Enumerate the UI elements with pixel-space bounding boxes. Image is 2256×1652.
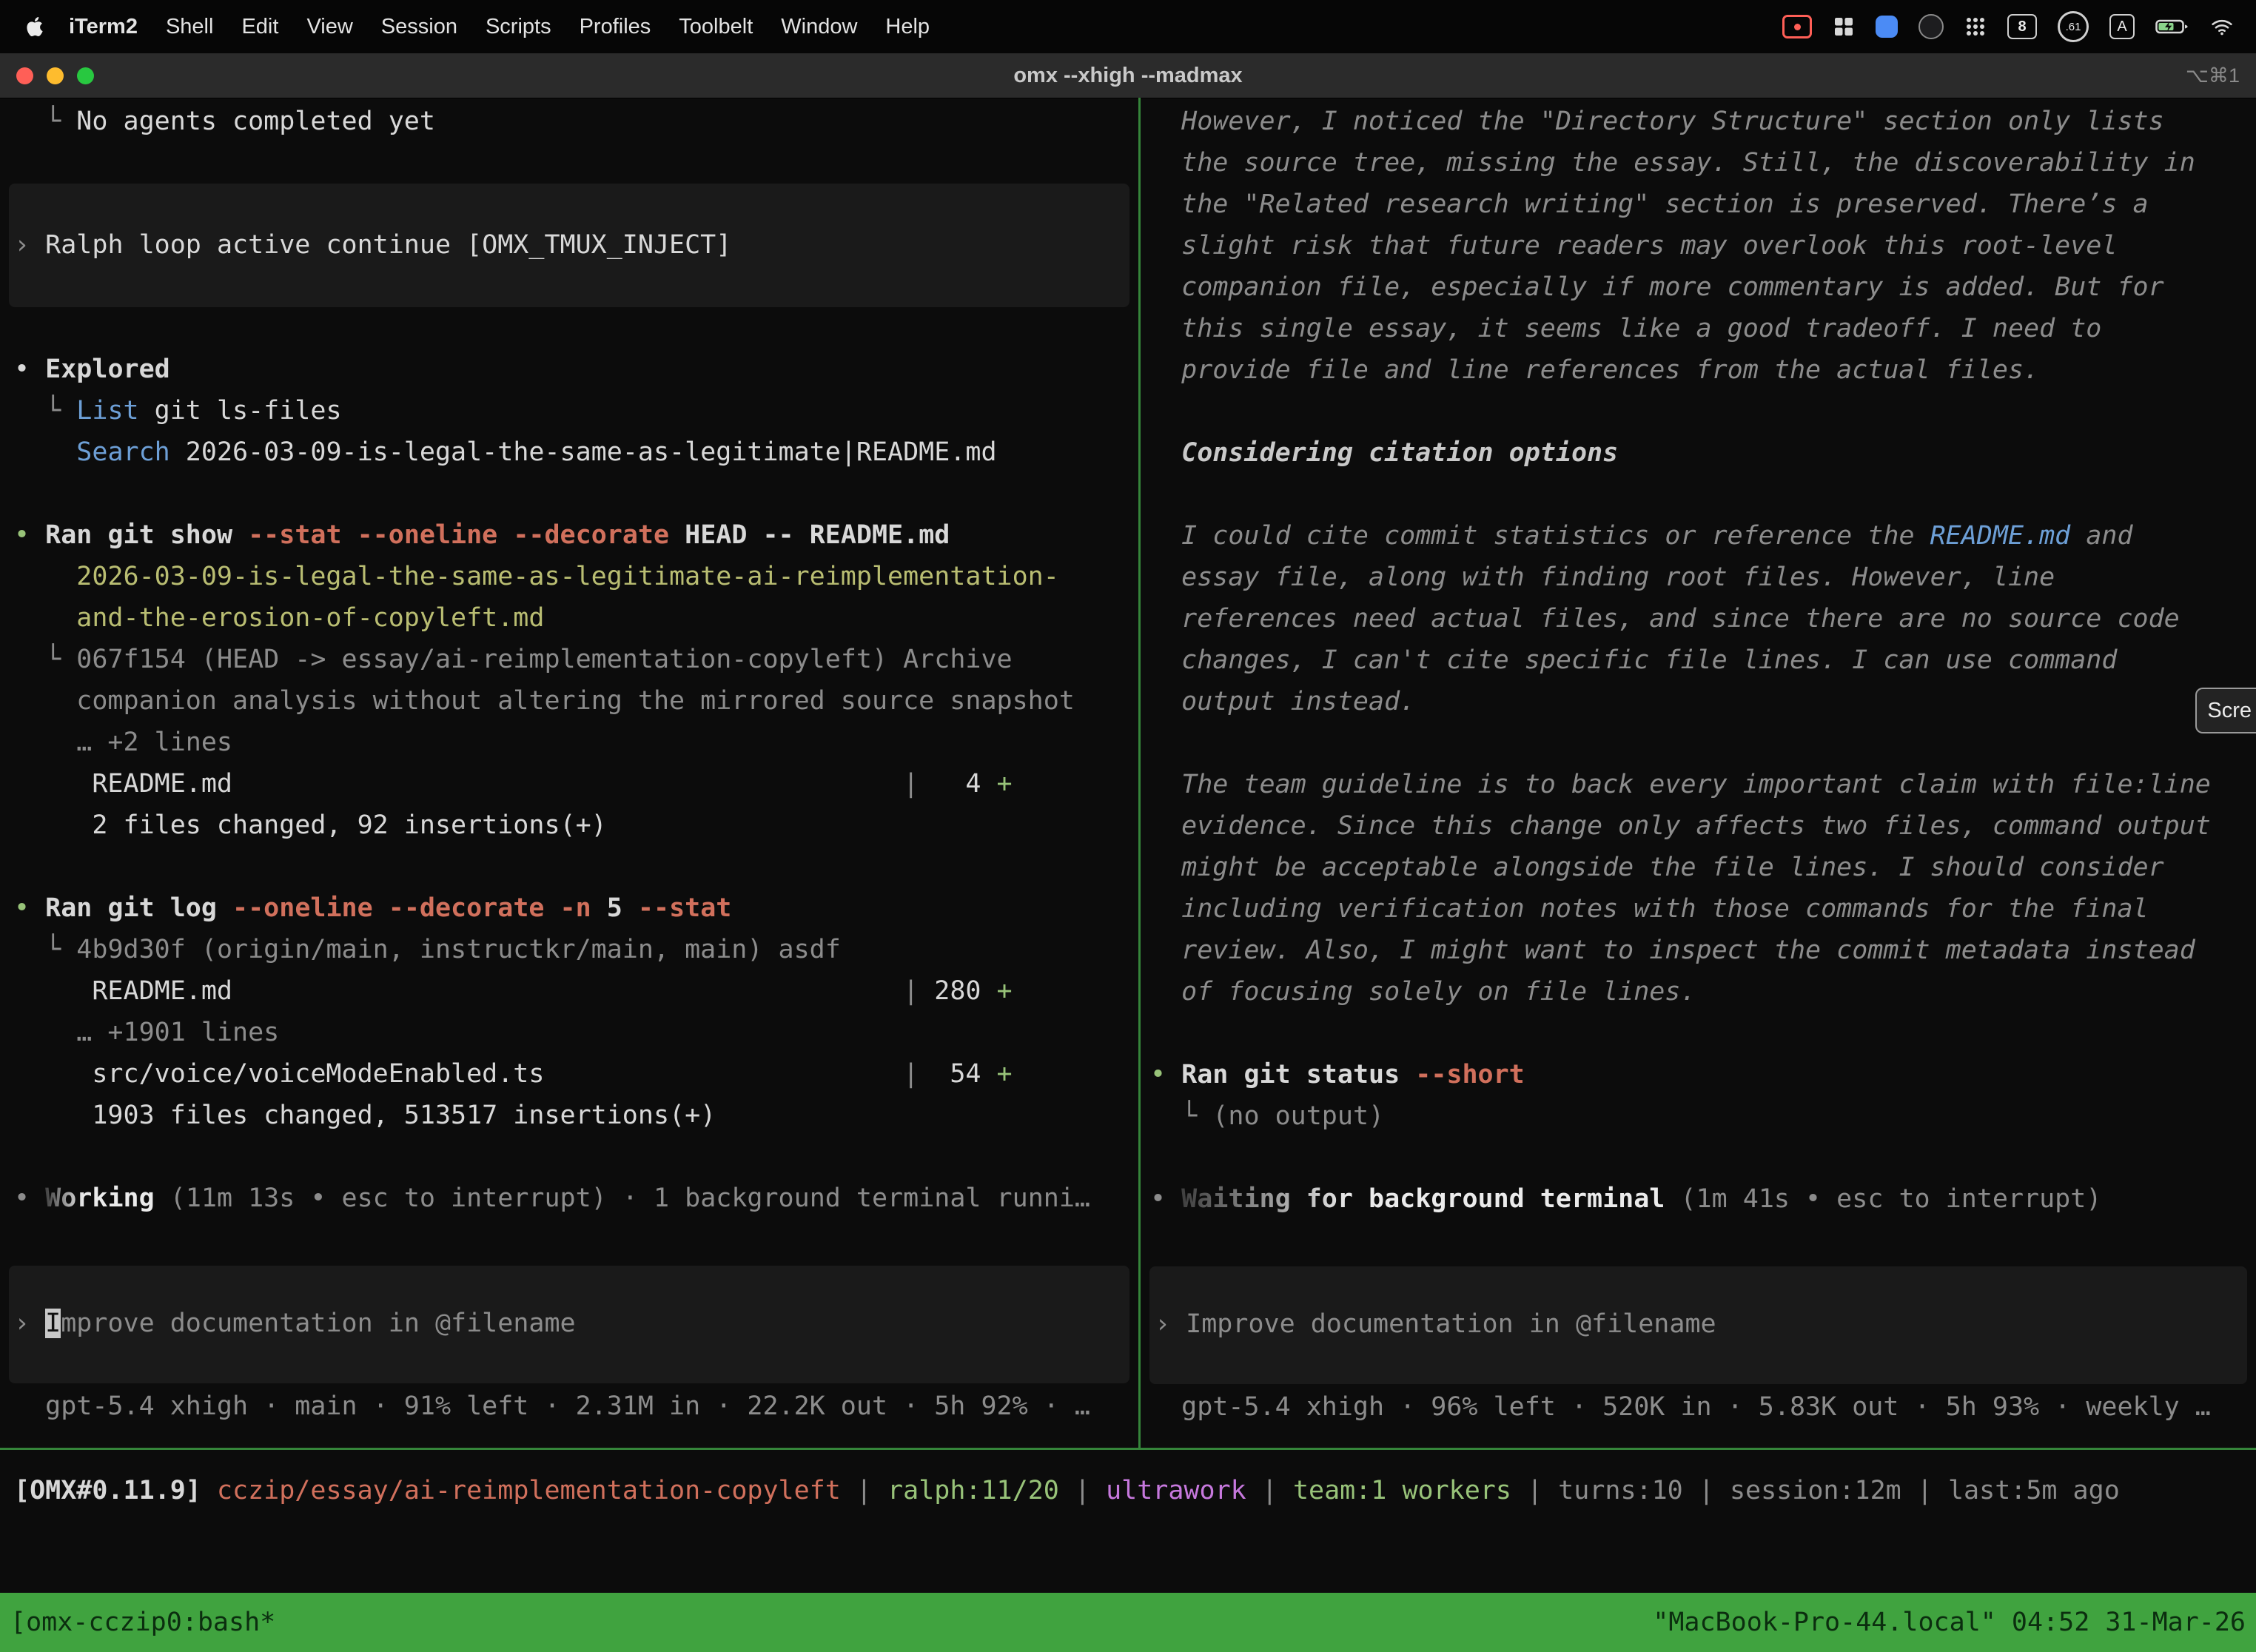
terminal-line: review. Also, I might want to inspect th… — [1150, 930, 2256, 971]
key-8-icon[interactable]: 8 — [2007, 14, 2037, 39]
terminal-line: └ (no output) — [1150, 1095, 2256, 1137]
terminal-line: The team guideline is to back every impo… — [1150, 764, 2256, 805]
terminal-line: … +1901 lines — [14, 1012, 1138, 1053]
screen-notification-button[interactable]: Scre — [2195, 688, 2256, 733]
menu-item-session[interactable]: Session — [367, 15, 471, 39]
terminal-line — [1150, 1137, 2256, 1178]
menu-item-help[interactable]: Help — [871, 15, 944, 39]
terminal-line — [14, 1136, 1138, 1178]
right-model-status-line: gpt-5.4 xhigh · 96% left · 520K in · 5.8… — [1150, 1386, 2256, 1428]
terminal-line: However, I noticed the "Directory Struct… — [1150, 101, 2256, 142]
wifi-icon[interactable] — [2210, 17, 2234, 36]
menu-item-window[interactable]: Window — [767, 15, 871, 39]
terminal-line: … +2 lines — [14, 722, 1138, 763]
screen: iTerm2 Shell Edit View Session Scripts P… — [0, 0, 2256, 1652]
agents-status-line: └ No agents completed yet — [14, 101, 1138, 142]
terminal-line: • Ran git show --stat --oneline --decora… — [14, 514, 1138, 556]
terminal-line: Search 2026-03-09-is-legal-the-same-as-l… — [14, 432, 1138, 473]
terminal-line: output instead. — [1150, 681, 2256, 722]
battery-icon[interactable] — [2155, 18, 2189, 36]
dots-grid-icon[interactable] — [1964, 16, 1987, 38]
terminal-line: references need actual files, and since … — [1150, 598, 2256, 639]
terminal-line: • Ran git status --short — [1150, 1054, 2256, 1095]
screen-notification-label: Scre — [2207, 699, 2252, 723]
right-pane: However, I noticed the "Directory Struct… — [1141, 98, 2256, 1448]
terminal-line: 2 files changed, 92 insertions(+) — [14, 805, 1138, 846]
right-prompt-text: › Improve documentation in @filename — [1149, 1303, 2247, 1345]
tmux-status-bar: [omx-cczip0:bash* "MacBook-Pro-44.local"… — [0, 1593, 2256, 1652]
left-prompt-text: › Improve documentation in @filename — [9, 1303, 1129, 1344]
terminal-line — [1150, 722, 2256, 764]
terminal-line: slight risk that future readers may over… — [1150, 225, 2256, 266]
screen-recording-icon[interactable] — [1782, 15, 1812, 38]
menu-item-scripts[interactable]: Scripts — [471, 15, 565, 39]
window-title: omx --xhigh --madmax — [0, 64, 2256, 88]
terminal-line: and-the-erosion-of-copyleft.md — [14, 597, 1138, 639]
apple-menu-icon[interactable] — [25, 16, 44, 38]
terminal-line: 2026-03-09-is-legal-the-same-as-legitima… — [14, 556, 1138, 597]
battery-percent-icon[interactable]: .61 — [2058, 11, 2089, 42]
keyboard-layout-icon[interactable]: A — [2109, 14, 2135, 39]
menu-status-icons: 8 .61 A — [1782, 11, 2256, 42]
terminal-line: 1903 files changed, 513517 insertions(+) — [14, 1095, 1138, 1136]
terminal-line: might be acceptable alongside the file l… — [1150, 847, 2256, 888]
terminal-line: changes, I can't cite specific file line… — [1150, 639, 2256, 681]
menu-item-toolbelt[interactable]: Toolbelt — [665, 15, 767, 39]
terminal-line: src/voice/voiceModeEnabled.ts | 54 + — [14, 1053, 1138, 1095]
terminal-line — [1150, 474, 2256, 515]
window-title-bar[interactable]: omx --xhigh --madmax ⌥⌘1 — [0, 53, 2256, 98]
menu-item-shell[interactable]: Shell — [152, 15, 228, 39]
terminal-line: └ 4b9d30f (origin/main, instructkr/main,… — [14, 929, 1138, 970]
terminal-line: of focusing solely on file lines. — [1150, 971, 2256, 1013]
terminal-line: this single essay, it seems like a good … — [1150, 308, 2256, 349]
terminal-line: Considering citation options — [1150, 432, 2256, 474]
terminal-line: • Explored — [14, 349, 1138, 390]
app-circle-icon[interactable] — [1918, 14, 1944, 39]
terminal-line: the "Related research writing" section i… — [1150, 184, 2256, 225]
terminal-line: └ List git ls-files — [14, 390, 1138, 432]
terminal-line: companion file, especially if more comme… — [1150, 266, 2256, 308]
left-model-status-line: gpt-5.4 xhigh · main · 91% left · 2.31M … — [14, 1386, 1138, 1427]
pane-divider-horizontal — [0, 1448, 2256, 1450]
raycast-icon[interactable] — [1876, 16, 1898, 38]
terminal-line: • Working (11m 13s • esc to interrupt) ·… — [14, 1178, 1138, 1219]
terminal-line: └ 067f154 (HEAD -> essay/ai-reimplementa… — [14, 639, 1138, 680]
terminal-line: companion analysis without altering the … — [14, 680, 1138, 722]
terminal-line: provide file and line references from th… — [1150, 349, 2256, 391]
menu-bar: iTerm2 Shell Edit View Session Scripts P… — [0, 0, 2256, 53]
tmux-session-name: [omx-cczip0:bash* — [10, 1602, 275, 1643]
menu-item-iterm2[interactable]: iTerm2 — [55, 15, 152, 39]
terminal-line: README.md | 280 + — [14, 970, 1138, 1012]
terminal-line — [1150, 1013, 2256, 1054]
terminal-line: the source tree, missing the essay. Stil… — [1150, 142, 2256, 184]
ralph-loop-banner: › Ralph loop active continue [OMX_TMUX_I… — [9, 184, 1129, 307]
left-pane: └ No agents completed yet › Ralph loop a… — [0, 98, 1138, 1448]
terminal-line: including verification notes with those … — [1150, 888, 2256, 930]
ralph-loop-text: › Ralph loop active continue [OMX_TMUX_I… — [9, 224, 1129, 266]
terminal-line — [14, 846, 1138, 887]
right-prompt-input[interactable]: › Improve documentation in @filename — [1149, 1266, 2247, 1384]
terminal-line: evidence. Since this change only affects… — [1150, 805, 2256, 847]
window-grid-icon[interactable] — [1833, 16, 1855, 38]
terminal-line: essay file, along with finding root file… — [1150, 557, 2256, 598]
terminal-line: • Waiting for background terminal (1m 41… — [1150, 1178, 2256, 1220]
menu-item-profiles[interactable]: Profiles — [565, 15, 665, 39]
left-transcript: • Explored └ List git ls-files Search 20… — [14, 349, 1138, 1219]
terminal-line: • Ran git log --oneline --decorate -n 5 … — [14, 887, 1138, 929]
menu-item-view[interactable]: View — [292, 15, 366, 39]
omx-status-bar: [OMX#0.11.9] cczip/essay/ai-reimplementa… — [0, 1470, 2256, 1511]
right-transcript: However, I noticed the "Directory Struct… — [1150, 101, 2256, 1220]
tmux-host-clock: "MacBook-Pro-44.local" 04:52 31-Mar-26 — [1653, 1602, 2246, 1643]
terminal-line: README.md | 4 + — [14, 763, 1138, 805]
terminal-line — [14, 473, 1138, 514]
menu-item-edit[interactable]: Edit — [227, 15, 292, 39]
left-prompt-input[interactable]: › Improve documentation in @filename — [9, 1266, 1129, 1383]
terminal-line: I could cite commit statistics or refere… — [1150, 515, 2256, 557]
terminal-line — [1150, 391, 2256, 432]
